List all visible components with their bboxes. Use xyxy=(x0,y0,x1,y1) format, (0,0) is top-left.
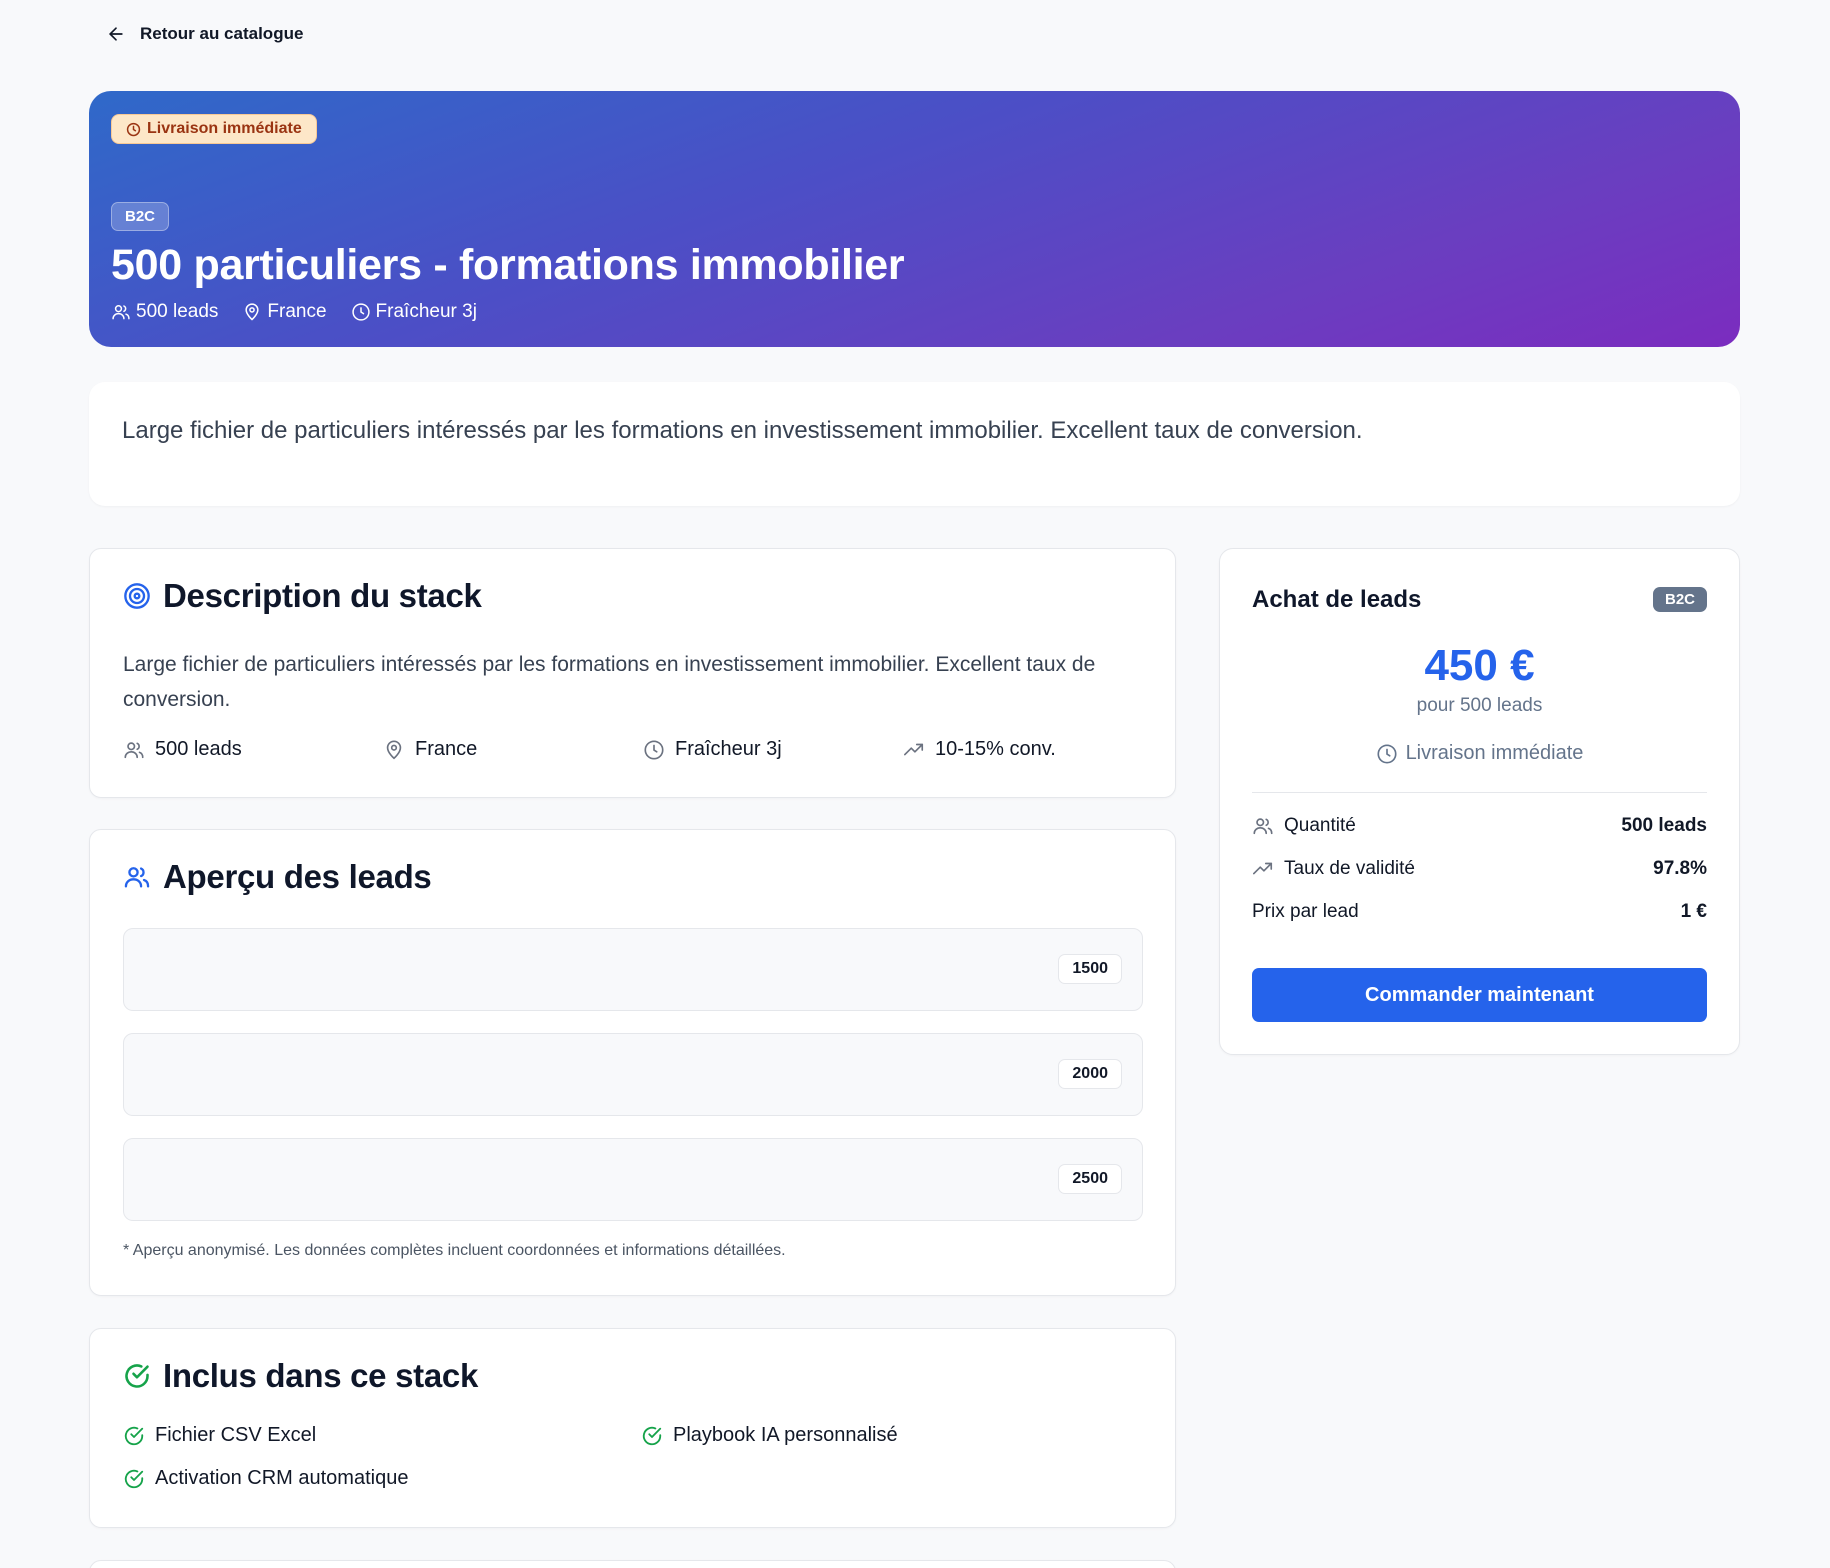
preview-heading: Aperçu des leads xyxy=(123,858,432,896)
validity-label: Taux de validité xyxy=(1284,858,1415,879)
preview-title: Aperçu des leads xyxy=(163,858,432,895)
delivery-badge-label: Livraison immédiate xyxy=(147,120,302,137)
purchase-divider xyxy=(1252,792,1707,793)
preview-row: 1500 xyxy=(123,928,1143,1011)
check-circle-icon xyxy=(125,1364,149,1388)
stat-location-text: France xyxy=(415,738,478,760)
quantity-label: Quantité xyxy=(1284,815,1356,836)
arrow-left-icon xyxy=(109,27,123,41)
purchase-row-unit-price: Prix par lead 1 € xyxy=(1252,898,1707,926)
stat-freshness-text: Fraîcheur 3j xyxy=(675,738,782,760)
purchase-segment-badge: B2C xyxy=(1652,587,1707,612)
purchase-delivery: Livraison immédiate xyxy=(1220,742,1739,765)
price: 450 € xyxy=(1424,641,1535,690)
hero-meta-leads: 500 leads xyxy=(111,301,218,323)
preview-row: 2000 xyxy=(123,1033,1143,1116)
page: Retour au catalogue Livraison immédiate … xyxy=(0,0,1830,1568)
preview-row-tag: 2500 xyxy=(1058,1164,1122,1194)
clock-icon xyxy=(351,303,370,321)
hero-banner: Livraison immédiate B2C 500 particuliers… xyxy=(89,91,1740,347)
preview-row-tag: 2000 xyxy=(1058,1059,1122,1089)
description-title: Description du stack xyxy=(163,577,482,614)
leads-preview-card: Aperçu des leads 1500 2000 2500 * Aperçu… xyxy=(89,829,1176,1296)
purchase-row-quantity: Quantité 500 leads xyxy=(1252,812,1707,840)
purchase-title: Achat de leads xyxy=(1252,586,1422,613)
check-circle-icon xyxy=(642,1426,662,1445)
stat-freshness: Fraîcheur 3j xyxy=(643,738,782,761)
purchase-card: Achat de leads B2C 450 € pour 500 leads … xyxy=(1219,548,1740,1055)
unit-price-label: Prix par lead xyxy=(1252,901,1359,922)
summary-text: Large fichier de particuliers intéressés… xyxy=(122,417,1363,444)
segment-badge: B2C xyxy=(111,202,170,231)
users-icon xyxy=(112,305,130,320)
included-title: Inclus dans ce stack xyxy=(163,1357,478,1394)
hero-leads-text: 500 leads xyxy=(136,301,219,322)
trending-up-icon xyxy=(904,743,924,755)
back-to-catalog-link[interactable]: Retour au catalogue xyxy=(106,24,303,44)
order-now-button[interactable]: Commander maintenant xyxy=(1252,968,1707,1022)
next-section-card xyxy=(89,1560,1176,1568)
users-icon xyxy=(124,741,144,758)
validity-value: 97.8% xyxy=(1653,858,1707,879)
included-card: Inclus dans ce stack Fichier CSV Excel P… xyxy=(89,1328,1176,1528)
quantity-value: 500 leads xyxy=(1621,815,1707,836)
check-circle-icon xyxy=(124,1469,144,1488)
included-item: Fichier CSV Excel xyxy=(123,1424,316,1447)
clock-icon xyxy=(126,122,141,136)
price-subtitle: pour 500 leads xyxy=(1416,695,1543,716)
included-heading: Inclus dans ce stack xyxy=(123,1357,478,1395)
purchase-row-validity: Taux de validité 97.8% xyxy=(1252,855,1707,883)
users-icon xyxy=(1253,818,1273,835)
clock-icon xyxy=(1377,743,1397,764)
hero-freshness-text: Fraîcheur 3j xyxy=(375,301,477,322)
hero-meta-location: France xyxy=(242,301,327,323)
stat-leads-text: 500 leads xyxy=(155,738,242,760)
check-circle-icon xyxy=(124,1426,144,1445)
summary-card: Large fichier de particuliers intéressés… xyxy=(89,382,1740,506)
stat-location: France xyxy=(383,738,477,761)
stat-conversion: 10-15% conv. xyxy=(903,738,1056,761)
map-pin-icon xyxy=(386,739,402,759)
clock-icon xyxy=(644,739,664,760)
included-item-label: Playbook IA personnalisé xyxy=(673,1424,898,1446)
hero-meta-freshness: Fraîcheur 3j xyxy=(351,301,477,323)
included-item: Playbook IA personnalisé xyxy=(641,1424,898,1447)
delivery-badge: Livraison immédiate xyxy=(111,114,317,144)
map-pin-icon xyxy=(245,303,259,321)
users-icon xyxy=(124,867,150,888)
stat-conversion-text: 10-15% conv. xyxy=(935,738,1056,760)
purchase-row-label: Quantité xyxy=(1252,815,1356,837)
purchase-row-label: Taux de validité xyxy=(1252,858,1415,880)
purchase-delivery-label: Livraison immédiate xyxy=(1405,742,1584,764)
included-item-label: Fichier CSV Excel xyxy=(155,1424,317,1446)
trending-up-icon xyxy=(1253,862,1273,875)
unit-price-value: 1 € xyxy=(1680,901,1707,922)
included-item-label: Activation CRM automatique xyxy=(155,1467,409,1489)
included-item: Activation CRM automatique xyxy=(123,1467,408,1490)
preview-row: 2500 xyxy=(123,1138,1143,1221)
description-heading: Description du stack xyxy=(123,577,482,615)
stat-leads: 500 leads xyxy=(123,738,242,761)
hero-meta: 500 leads France Fraîcheur 3j xyxy=(111,301,477,323)
back-link-label: Retour au catalogue xyxy=(140,24,304,43)
description-card: Description du stack Large fichier de pa… xyxy=(89,548,1176,798)
hero-location-text: France xyxy=(267,301,327,322)
preview-note: * Aperçu anonymisé. Les données complète… xyxy=(123,1242,786,1259)
preview-row-tag: 1500 xyxy=(1058,954,1122,984)
description-text: Large fichier de particuliers intéressés… xyxy=(123,653,1096,711)
page-title: 500 particuliers - formations immobilier xyxy=(111,241,905,289)
target-icon xyxy=(124,583,150,609)
